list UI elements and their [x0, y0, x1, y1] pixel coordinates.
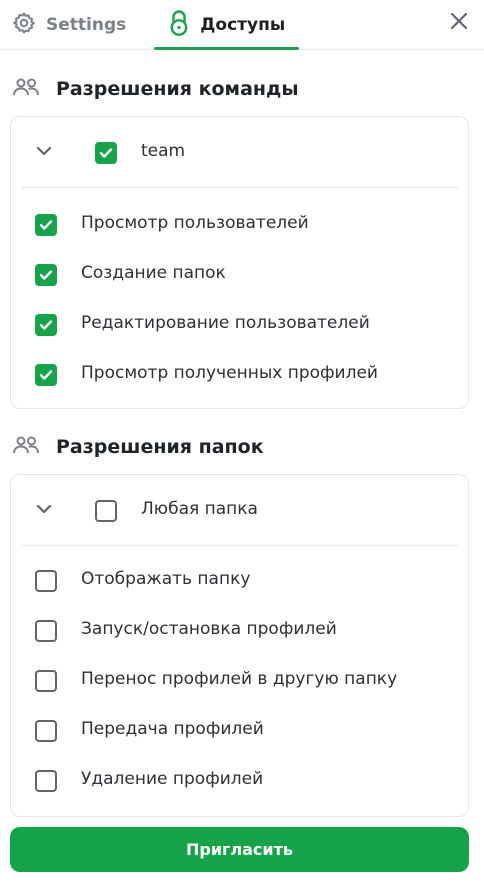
close-button[interactable]: [448, 10, 470, 32]
permission-checkbox[interactable]: [35, 214, 57, 236]
permission-label: Редактирование пользователей: [81, 313, 370, 333]
permission-label: Создание папок: [81, 263, 226, 283]
folder-group-checkbox[interactable]: [95, 500, 117, 522]
permission-checkbox[interactable]: [35, 314, 57, 336]
check-icon: [39, 220, 53, 230]
tab-access-label: Доступы: [200, 14, 286, 35]
users-icon: [12, 77, 40, 101]
permission-row[interactable]: Просмотр пользователей: [11, 200, 468, 250]
permission-row[interactable]: Просмотр полученных профилей: [11, 350, 468, 400]
permission-label: Удаление профилей: [81, 769, 264, 789]
permission-checkbox[interactable]: [35, 770, 57, 792]
permission-row[interactable]: Отображать папку: [11, 556, 468, 606]
team-group-header: team: [11, 117, 468, 187]
permission-row[interactable]: Перенос профилей в другую папку: [11, 656, 468, 706]
tab-settings[interactable]: Settings: [0, 0, 136, 49]
lock-icon: [168, 9, 190, 41]
permission-checkbox[interactable]: [35, 620, 57, 642]
folder-group-label: Любая папка: [141, 499, 258, 519]
permission-row[interactable]: Передача профилей: [11, 706, 468, 756]
tab-access[interactable]: Доступы: [152, 0, 301, 50]
permission-row[interactable]: Создание папок: [11, 250, 468, 300]
gear-icon: [12, 11, 36, 39]
team-group-checkbox[interactable]: [95, 142, 117, 164]
permission-label: Запуск/остановка профилей: [81, 619, 337, 639]
permission-label: Просмотр пользователей: [81, 213, 309, 233]
folder-group-header: Любая папка: [11, 475, 468, 545]
permission-checkbox[interactable]: [35, 264, 57, 286]
check-icon: [39, 320, 53, 330]
chevron-down-icon[interactable]: [35, 144, 53, 158]
check-icon: [39, 370, 53, 380]
team-group-label: team: [141, 141, 186, 161]
close-icon: [450, 12, 468, 30]
tab-settings-label: Settings: [46, 14, 127, 35]
permission-row[interactable]: Редактирование пользователей: [11, 300, 468, 350]
permission-label: Отображать папку: [81, 569, 251, 589]
chevron-down-icon[interactable]: [35, 502, 53, 516]
tab-bar: Settings Доступы: [0, 0, 484, 50]
folder-permissions-card: Любая папка Отображать папку Запуск/оста…: [10, 474, 469, 817]
users-icon: [12, 435, 40, 459]
check-icon: [39, 270, 53, 280]
permission-checkbox[interactable]: [35, 720, 57, 742]
permission-checkbox[interactable]: [35, 670, 57, 692]
permission-label: Перенос профилей в другую папку: [81, 669, 398, 689]
permission-label: Просмотр полученных профилей: [81, 363, 378, 383]
team-permissions-title: Разрешения команды: [56, 78, 299, 100]
permission-row[interactable]: Удаление профилей: [11, 756, 468, 806]
check-icon: [99, 148, 113, 158]
team-permissions-header: Разрешения команды: [12, 74, 299, 104]
permission-row[interactable]: Запуск/остановка профилей: [11, 606, 468, 656]
team-permissions-card: team Просмотр пользователей Создание пап…: [10, 116, 469, 409]
permission-checkbox[interactable]: [35, 570, 57, 592]
permission-checkbox[interactable]: [35, 364, 57, 386]
invite-button[interactable]: Пригласить: [10, 827, 469, 872]
folder-permissions-header: Разрешения папок: [12, 432, 264, 462]
folder-permissions-title: Разрешения папок: [56, 436, 264, 458]
permission-label: Передача профилей: [81, 719, 264, 739]
